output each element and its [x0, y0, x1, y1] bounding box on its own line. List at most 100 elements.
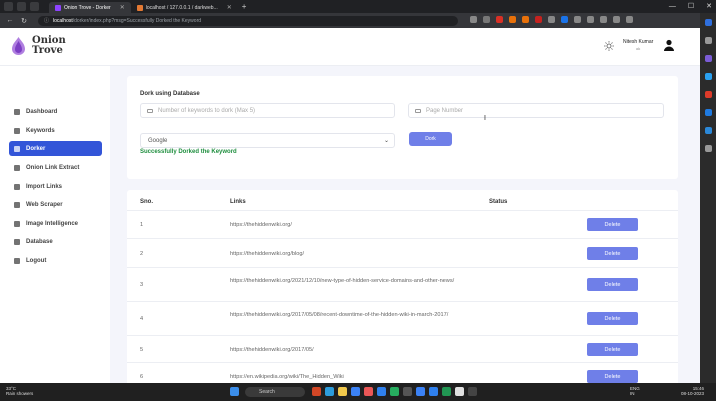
theme-toggle-icon[interactable]	[604, 41, 614, 51]
column-header-links: Links	[230, 199, 246, 205]
dork-button[interactable]: Dork	[409, 132, 452, 146]
tools-icon[interactable]	[704, 73, 712, 80]
table-row: 1 https://thehiddenwiki.org/ Delete	[127, 210, 678, 239]
collections-icon[interactable]	[600, 16, 607, 23]
extension-icon[interactable]	[522, 16, 529, 23]
workspaces-icon[interactable]	[17, 2, 26, 11]
extensions-icon[interactable]	[548, 16, 555, 23]
app-icon[interactable]	[312, 387, 321, 396]
sidebar-item-dorker[interactable]: Dorker	[9, 141, 102, 156]
tab-phpmyadmin[interactable]: localhost / 127.0.0.1 / darkweb... ✕	[131, 2, 238, 13]
database-icon	[14, 238, 20, 245]
app-icon[interactable]	[442, 387, 451, 396]
delete-button[interactable]: Delete	[587, 343, 638, 356]
start-icon[interactable]	[230, 387, 239, 396]
taskbar-search[interactable]: Search	[245, 387, 305, 397]
app-icon[interactable]	[351, 387, 360, 396]
sidebar-item-logout[interactable]: Logout	[9, 253, 102, 268]
close-tab-icon[interactable]: ✕	[120, 4, 125, 11]
text-cursor-icon: I	[484, 115, 486, 122]
extension-icon[interactable]	[496, 16, 503, 23]
table-row: 5 https://thehiddenwiki.org/2017/05/ Del…	[127, 336, 678, 363]
copilot-icon[interactable]	[704, 19, 712, 26]
new-tab-button[interactable]: +	[242, 2, 247, 11]
windows-taskbar: 33°C Rain showers Search ENG IN 15:46 08…	[0, 383, 716, 401]
results-table: Sno. Links Status 1 https://thehiddenwik…	[127, 190, 678, 383]
more-options-icon[interactable]	[626, 16, 633, 23]
input-icon	[415, 108, 421, 113]
office-icon[interactable]	[704, 91, 712, 98]
browser-menu-icon[interactable]	[4, 2, 13, 11]
add-icon[interactable]	[704, 145, 712, 152]
info-icon[interactable]: ⓘ	[44, 17, 49, 24]
extension-icon[interactable]	[535, 16, 542, 23]
sidebar-item-dashboard[interactable]: Dashboard	[9, 104, 102, 119]
url-bar[interactable]: ⓘ localhost/dorker/index.php?msg=Success…	[38, 15, 458, 26]
search-engine-select[interactable]: Google ⌄	[140, 133, 395, 148]
vscode-icon[interactable]	[429, 387, 438, 396]
delete-button[interactable]: Delete	[587, 370, 638, 383]
app-logo[interactable]: Onion Trove	[10, 36, 66, 56]
minimize-icon[interactable]: —	[669, 0, 676, 13]
sidebar-item-web-scraper[interactable]: Web Scraper	[9, 197, 102, 212]
favorite-star-icon[interactable]	[483, 16, 490, 23]
gear-icon	[14, 164, 20, 171]
keywords-count-input[interactable]: Number of keywords to dork (Max 5)	[140, 103, 395, 118]
search-icon[interactable]	[704, 37, 712, 44]
weather-widget[interactable]: 33°C Rain showers	[6, 386, 33, 396]
app-icon[interactable]	[390, 387, 399, 396]
page-number-input[interactable]: Page Number	[408, 103, 664, 118]
app-icon[interactable]	[377, 387, 386, 396]
split-screen-icon[interactable]	[574, 16, 581, 23]
dorker-icon	[14, 145, 20, 152]
delete-button[interactable]: Delete	[587, 312, 638, 325]
shopping-icon[interactable]	[704, 55, 712, 62]
web-page: Onion Trove Nitesh Kumar ok Dashboard Ke…	[0, 28, 700, 383]
sidebar-item-image-intelligence[interactable]: Image Intelligence	[9, 216, 102, 231]
back-icon[interactable]: ←	[6, 17, 14, 24]
maximize-icon[interactable]: ☐	[688, 0, 694, 13]
form-title: Dork using Database	[140, 91, 200, 97]
sidebar-item-import-links[interactable]: Import Links	[9, 179, 102, 194]
refresh-icon[interactable]: ↻	[20, 17, 28, 25]
chevron-down-icon: ⌄	[383, 138, 389, 144]
app-icon[interactable]	[364, 387, 373, 396]
language-indicator[interactable]: ENG IN	[630, 386, 640, 396]
browser-essentials-icon[interactable]	[613, 16, 620, 23]
user-info[interactable]: Nitesh Kumar ok	[623, 39, 653, 51]
chrome-icon[interactable]	[455, 387, 464, 396]
success-message: Successfully Dorked the Keyword	[140, 149, 237, 155]
table-row: 6 https://en.wikipedia.org/wiki/The_Hidd…	[127, 363, 678, 383]
tab-onion-trove[interactable]: Onion Trove - Dorker ✕	[49, 2, 131, 13]
delete-button[interactable]: Delete	[587, 278, 638, 291]
extension-icon[interactable]	[509, 16, 516, 23]
delete-button[interactable]: Delete	[587, 247, 638, 260]
user-avatar-icon[interactable]	[663, 39, 675, 51]
extension-icon[interactable]	[561, 16, 568, 23]
sidebar-item-database[interactable]: Database	[9, 234, 102, 249]
onion-logo-icon	[12, 37, 25, 55]
image-icon	[14, 220, 20, 227]
delete-button[interactable]: Delete	[587, 218, 638, 231]
home-icon	[14, 108, 20, 115]
extensions-bar	[470, 16, 633, 23]
edge-icon[interactable]	[325, 387, 334, 396]
system-clock[interactable]: 15:46 08-10-2023	[681, 386, 704, 396]
app-icon[interactable]	[403, 387, 412, 396]
close-window-icon[interactable]: ✕	[706, 0, 712, 13]
tab-actions-icon[interactable]	[30, 2, 39, 11]
outlook-icon[interactable]	[704, 109, 712, 116]
app-icon[interactable]	[416, 387, 425, 396]
sidebar-item-onion-link-extract[interactable]: Onion Link Extract	[9, 160, 102, 175]
window-controls: — ☐ ✕	[669, 0, 712, 13]
browser-tab-bar: Onion Trove - Dorker ✕ localhost / 127.0…	[0, 0, 716, 13]
input-icon	[147, 108, 153, 113]
read-aloud-icon[interactable]	[470, 16, 477, 23]
favorites-icon[interactable]	[587, 16, 594, 23]
close-tab-icon[interactable]: ✕	[227, 4, 232, 11]
sidebar-item-keywords[interactable]: Keywords	[9, 123, 102, 138]
drop-icon[interactable]	[704, 127, 712, 134]
onion-favicon-icon	[55, 4, 61, 11]
terminal-icon[interactable]	[468, 387, 477, 396]
file-explorer-icon[interactable]	[338, 387, 347, 396]
